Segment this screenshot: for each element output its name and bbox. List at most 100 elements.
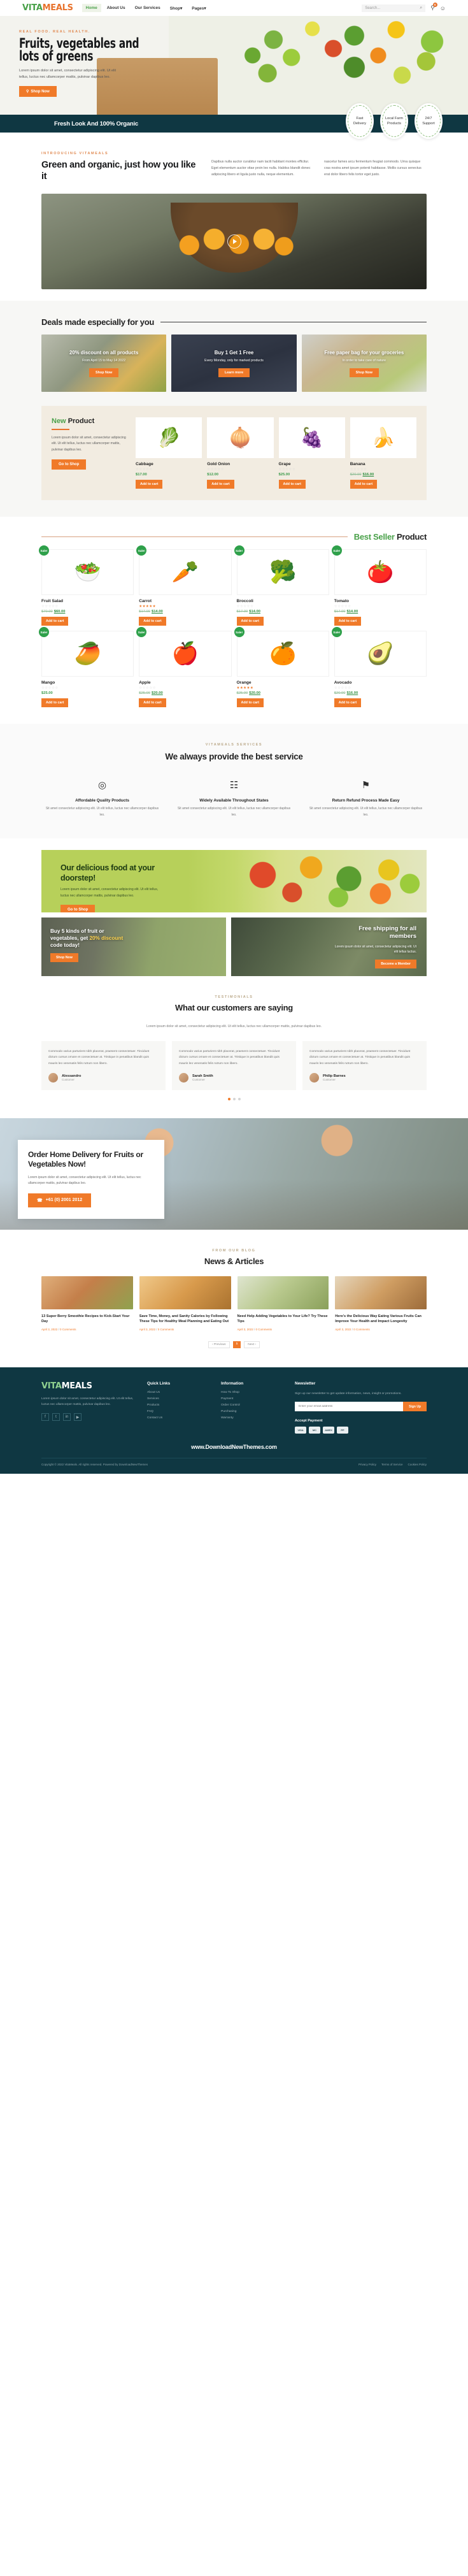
news-card[interactable]: Save Time, Money, and Sanity Calories by…	[139, 1276, 231, 1331]
carousel-dot-2[interactable]	[232, 1097, 236, 1100]
footer-link[interactable]: About Us	[147, 1391, 211, 1394]
new-product-intro: New Product Lorem ipsum dolor sit amet, …	[52, 417, 127, 489]
payment-title: Accept Payment	[295, 1419, 323, 1423]
deal-card[interactable]: Buy 1 Get 1 Free Every Monday, only for …	[171, 335, 297, 392]
footer-link[interactable]: Purchasing	[221, 1410, 285, 1413]
nav-item-about[interactable]: About Us	[103, 4, 129, 12]
news-card[interactable]: 13 Super Berry Smoothie Recipes to Kick-…	[41, 1276, 133, 1331]
footer-link[interactable]: Services	[147, 1397, 211, 1400]
twitter-icon[interactable]: t	[52, 1413, 60, 1421]
carousel-dot-3[interactable]	[238, 1097, 241, 1100]
promo-left-button[interactable]: Shop Now	[50, 953, 78, 963]
nav-pages-label: Pages	[192, 6, 204, 11]
add-to-cart-button[interactable]: Add to cart	[236, 617, 264, 626]
play-button-icon[interactable]	[227, 234, 241, 249]
news-comments: 0 Comments	[157, 1327, 174, 1331]
product-card[interactable]: Sale! 🥑 Avocado ☆☆☆☆☆ $20.00 $16.00 Add to car…	[331, 627, 427, 708]
account-icon[interactable]: ☺	[440, 5, 446, 11]
product-card[interactable]: 🍇 Grape ☆☆☆☆☆ $25.00 Add to cart	[278, 417, 345, 489]
news-card[interactable]: Need Help Adding Vegetables to Your Life…	[237, 1276, 329, 1331]
footer-link[interactable]: Payment	[221, 1397, 285, 1400]
testimonial-quote: Commodo varius parturient nibh placerat,…	[48, 1050, 150, 1065]
product-card[interactable]: Sale! 🥦 Broccoli ☆☆☆☆☆ $17.00 $14.00 Add to ca…	[234, 545, 329, 626]
product-card[interactable]: Sale! 🍊 Orange ★★★★★ $25.00 $20.00 Add to cart	[234, 627, 329, 708]
footer-link[interactable]: Order Control	[221, 1404, 285, 1407]
footer-link[interactable]: Products	[147, 1404, 211, 1407]
add-to-cart-button[interactable]: Add to cart	[41, 698, 69, 708]
deal-cta-button[interactable]: Shop Now	[89, 368, 119, 377]
pagination-current-page[interactable]: 1	[232, 1341, 241, 1348]
old-price: $25.00	[236, 691, 248, 696]
add-to-cart-button[interactable]: Add to cart	[334, 698, 362, 708]
linkedin-icon[interactable]: in	[63, 1413, 71, 1421]
pagination-prev[interactable]: ‹ Previous	[208, 1341, 230, 1348]
product-card[interactable]: Sale! 🥗 Fruit Salad ☆☆☆☆☆ $70.00 $60.00 Add to…	[39, 545, 134, 626]
deal-sub: In order to take care of nature	[342, 358, 386, 363]
avatar	[179, 1072, 188, 1083]
product-card[interactable]: Sale! 🥭 Mango ☆☆☆☆☆ $25.00 Add to cart	[39, 627, 134, 708]
go-to-shop-button[interactable]: Go to Shop	[52, 459, 87, 470]
product-card[interactable]: 🍌 Banana ☆☆☆☆☆ $20.00 $16.00 Add to cart	[350, 417, 416, 489]
add-to-cart-button[interactable]: Add to cart	[350, 480, 378, 489]
add-to-cart-button[interactable]: Add to cart	[139, 617, 166, 626]
promo-discount-card[interactable]: Buy 5 kinds of fruit or vegetables, get …	[41, 917, 227, 976]
deal-cta-button[interactable]: Shop Now	[349, 368, 379, 377]
product-card[interactable]: Sale! 🍎 Apple ☆☆☆☆☆ $25.00 $20.00 Add to cart	[136, 627, 232, 708]
privacy-policy-link[interactable]: Privacy Policy	[358, 1463, 376, 1466]
pagination-next[interactable]: Next ›	[244, 1341, 260, 1348]
terms-link[interactable]: Terms of Service	[381, 1463, 403, 1466]
product-thumbnail: 🥦	[236, 549, 329, 596]
facebook-icon[interactable]: f	[41, 1413, 49, 1421]
deal-cta-button[interactable]: Learn more	[218, 368, 250, 377]
cookies-link[interactable]: Cookies Policy	[408, 1463, 427, 1466]
youtube-icon[interactable]: ▶	[74, 1413, 82, 1421]
footer-link[interactable]: How To Shop	[221, 1391, 285, 1394]
footer-link[interactable]: FAQ	[147, 1410, 211, 1413]
add-to-cart-button[interactable]: Add to cart	[41, 617, 69, 626]
news-card[interactable]: Here's the Delicious Way Eating Various …	[335, 1276, 427, 1331]
nav-item-pages[interactable]: Pages▾	[188, 4, 209, 13]
logo[interactable]: VITAMEALS	[22, 3, 73, 13]
footer-link[interactable]: Contact Us	[147, 1416, 211, 1420]
hero-eyebrow: REAL FOOD. REAL HEALTH.	[19, 30, 90, 34]
promo-right-button[interactable]: Become a Member	[375, 959, 416, 968]
product-thumbnail: 🥭	[41, 631, 134, 677]
footer-logo[interactable]: VITAMEALS	[41, 1381, 137, 1391]
testimonials-section: TESTIMONIALS What our customers are sayi…	[0, 975, 468, 1118]
product-card[interactable]: 🧅 Gold Onion ☆☆☆☆☆ $12.00 Add to cart	[207, 417, 274, 489]
old-price: $17.00	[236, 610, 248, 614]
nav-item-services[interactable]: Our Services	[131, 4, 164, 12]
carousel-dot-1[interactable]	[227, 1097, 230, 1100]
footer-link[interactable]: Warranty	[221, 1416, 285, 1420]
testimonials-title: What our customers are saying	[175, 1002, 293, 1012]
newsletter-signup-button[interactable]: Sign Up	[403, 1402, 427, 1412]
carousel-dots[interactable]	[41, 1097, 427, 1100]
order-phone-button[interactable]: ☎ +61 (0) 2001 2012	[28, 1193, 92, 1207]
promo-shipping-card[interactable]: Free shipping for all members Lorem ipsu…	[231, 917, 427, 976]
deal-card[interactable]: Free paper bag for your groceries In ord…	[301, 335, 427, 392]
add-to-cart-button[interactable]: Add to cart	[278, 480, 306, 489]
delicious-cta-button[interactable]: Go to Shop	[60, 904, 96, 912]
product-card[interactable]: 🥬 Cabbage ☆☆☆☆☆ $17.00 Add to cart	[136, 417, 202, 489]
add-to-cart-button[interactable]: Add to cart	[139, 698, 166, 708]
newsletter-email-input[interactable]	[295, 1402, 404, 1412]
footer-information: Information How To Shop Payment Order Co…	[221, 1381, 285, 1434]
product-card[interactable]: Sale! 🥕 Carrot ★★★★★ $17.00 $14.00 Add to cart	[136, 545, 232, 626]
promo-right-body: Lorem ipsum dolor sit amet, consectetur …	[334, 944, 416, 954]
add-to-cart-button[interactable]: Add to cart	[236, 698, 264, 708]
hero-shop-now-button[interactable]: ⚲ Shop Now	[19, 86, 57, 97]
cart-icon[interactable]: ⚲ 0	[430, 3, 437, 11]
add-to-cart-button[interactable]: Add to cart	[207, 480, 234, 489]
product-card[interactable]: Sale! 🍅 Tomato ☆☆☆☆☆ $17.00 $14.00 Add to cart	[331, 545, 427, 626]
product-price: $17.00	[136, 473, 202, 477]
intro-video[interactable]	[41, 194, 427, 290]
deal-card[interactable]: 20% discount on all products From April …	[41, 335, 167, 392]
add-to-cart-button[interactable]: Add to cart	[334, 617, 362, 626]
search-icon[interactable]: ⌕	[420, 6, 422, 11]
search-input[interactable]: Search... ⌕	[362, 4, 426, 12]
footer-site-url[interactable]: www.DownloadNewThemes.com	[41, 1434, 427, 1458]
nav-item-home[interactable]: Home	[82, 4, 101, 12]
add-to-cart-button[interactable]: Add to cart	[136, 480, 163, 489]
best-seller-section: Best Seller Product Sale! 🥗 Fruit Salad ☆☆☆…	[0, 517, 468, 724]
nav-item-shop[interactable]: Shop▾	[166, 4, 187, 13]
